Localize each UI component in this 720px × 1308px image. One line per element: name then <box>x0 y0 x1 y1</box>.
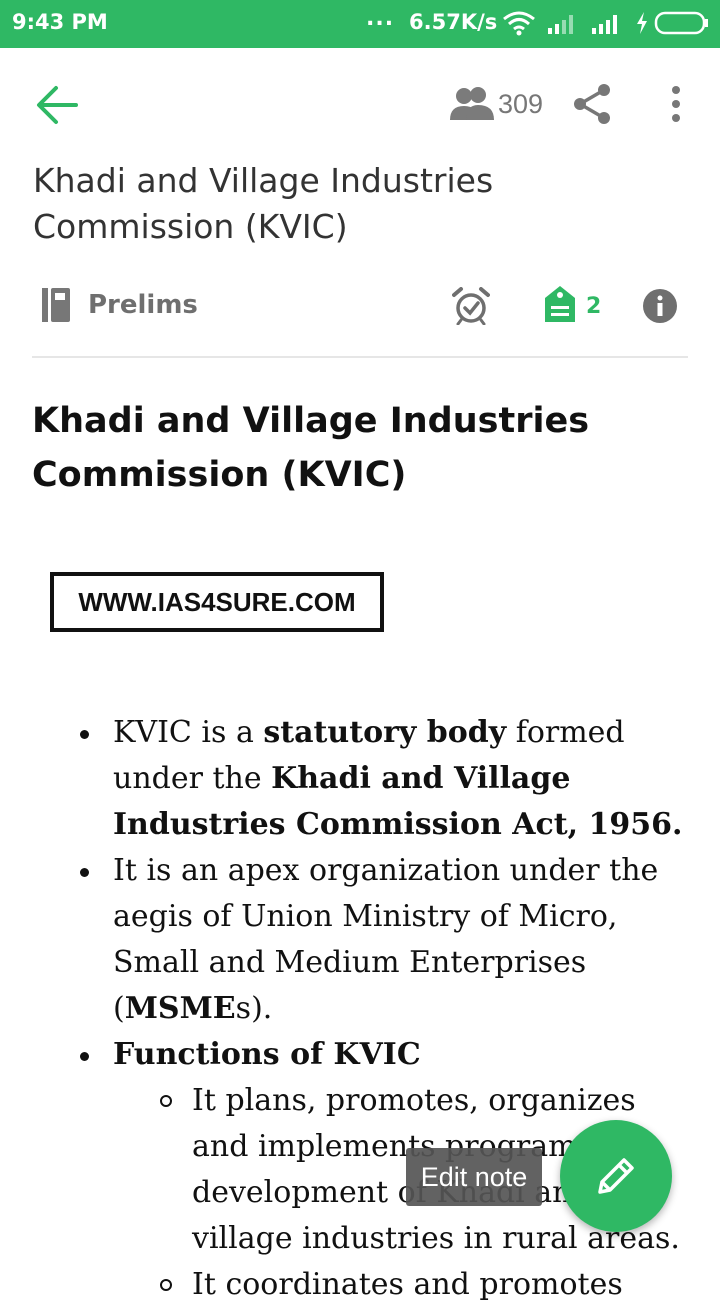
reminder-button[interactable] <box>452 287 490 326</box>
more-options-button[interactable] <box>660 84 692 124</box>
wifi-icon <box>503 11 535 36</box>
back-arrow-icon <box>37 86 78 124</box>
share-icon <box>574 84 610 124</box>
note-title[interactable]: Khadi and Village Industries Commission … <box>33 158 653 250</box>
tag-count: 2 <box>586 294 602 319</box>
status-bar: 9:43 PM ... 6.57K/s <box>0 0 720 48</box>
info-icon <box>643 289 677 323</box>
tags-button[interactable] <box>543 284 577 324</box>
more-vert-icon <box>672 86 680 122</box>
website-banner-image: WWW.IAS4SURE.COM <box>50 572 384 632</box>
bullet2-text-post: s). <box>235 991 273 1026</box>
notebook-label[interactable]: Prelims <box>88 290 198 320</box>
edit-note-tooltip: Edit note <box>406 1148 542 1206</box>
network-speed: 6.57K/s <box>409 10 498 34</box>
signal-icon-2 <box>592 15 617 34</box>
status-time: 9:43 PM <box>12 10 108 34</box>
bullet1-bold1: statutory body <box>263 715 507 750</box>
tag-icon <box>545 286 575 322</box>
content-heading: Khadi and Village Industries Commission … <box>32 401 590 495</box>
battery-icon <box>654 11 708 35</box>
bullet1-text-pre: KVIC is a <box>113 715 264 750</box>
divider <box>32 356 688 358</box>
bullet2-bold: MSME <box>124 991 236 1026</box>
viewer-count[interactable]: 309 <box>448 84 543 124</box>
pencil-icon <box>598 1158 634 1194</box>
list-item: KVIC is a statutory body formed under th… <box>80 710 693 848</box>
note-meta-row: Prelims 2 <box>0 280 720 332</box>
note-info-button[interactable] <box>643 289 677 323</box>
edit-note-button[interactable] <box>560 1120 672 1232</box>
alarm-icon <box>452 287 490 326</box>
notebook-icon <box>42 288 70 322</box>
sub-list-item: It coordinates and promotes <box>160 1262 693 1308</box>
list-item: It is an apex organization under the aeg… <box>80 848 693 1032</box>
viewer-count-label: 309 <box>498 88 544 119</box>
signal-icon-1 <box>548 15 573 34</box>
viewers-icon <box>450 87 494 120</box>
functions-heading: Functions of KVIC <box>113 1037 421 1072</box>
charging-icon <box>637 12 647 34</box>
share-button[interactable] <box>570 82 614 126</box>
status-dots: ... <box>366 6 395 31</box>
back-button[interactable] <box>30 80 84 130</box>
